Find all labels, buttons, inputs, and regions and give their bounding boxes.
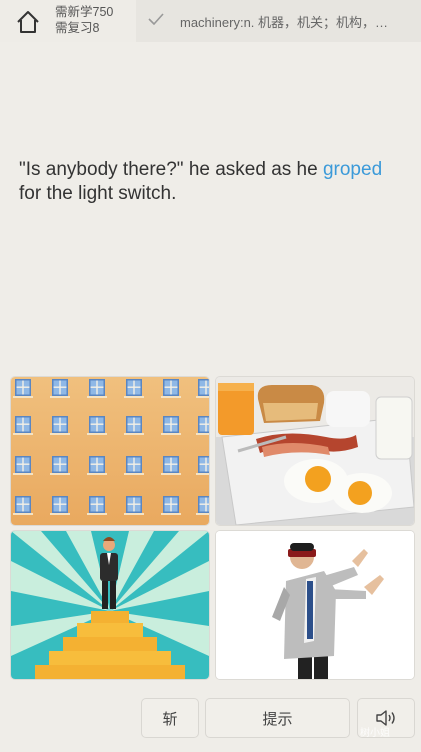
watermark: 树小姐 <box>360 728 390 739</box>
choice-breakfast-plate[interactable] <box>216 377 414 525</box>
new-count: 需新学750 <box>55 5 114 19</box>
review-count: 需复习8 <box>55 21 100 35</box>
choice-building-facade[interactable] <box>11 377 209 525</box>
top-bar: 需新学750 需复习8 machinery:n. 机器，机关；机构，… <box>0 0 421 42</box>
sentence-after: for the light switch. <box>19 183 177 204</box>
check-icon <box>148 13 164 25</box>
home-button[interactable] <box>12 6 44 38</box>
breakfast-image <box>216 377 414 525</box>
hint-button[interactable]: 提示 <box>205 698 350 738</box>
home-icon <box>17 11 39 33</box>
building-facade-image <box>11 377 209 525</box>
cut-button-label: 斩 <box>162 710 178 728</box>
sentence-before: "Is anybody there?" he asked as he <box>19 159 323 180</box>
previous-word-bar[interactable]: machinery:n. 机器，机关；机构，… <box>136 0 421 42</box>
hint-button-label: 提示 <box>262 710 293 728</box>
man-on-pyramid-image <box>11 531 209 679</box>
example-sentence: "Is anybody there?" he asked as he grope… <box>19 158 409 206</box>
choice-blindfolded-man-groping[interactable] <box>216 531 414 679</box>
study-counts: 需新学750 需复习8 <box>55 4 113 36</box>
previous-word-text: machinery:n. 机器，机关；机构，… <box>180 15 389 30</box>
cut-button[interactable]: 斩 <box>141 698 199 738</box>
groping-man-image <box>216 531 414 679</box>
target-word: groped <box>322 159 383 180</box>
choice-man-on-pyramid[interactable] <box>11 531 209 679</box>
